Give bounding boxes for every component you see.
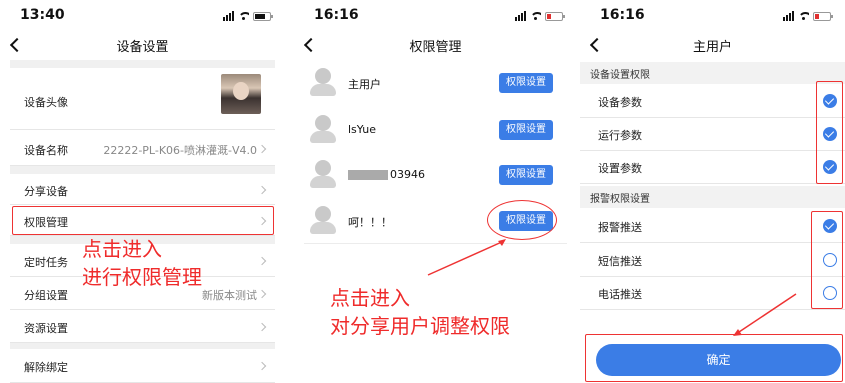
user-avatar-icon [310,160,336,190]
permission-label: 设备参数 [598,96,642,109]
wifi-icon [238,12,249,21]
group-value: 新版本测试 [202,289,257,302]
status-time: 16:16 [600,7,645,23]
battery-icon [253,12,273,21]
user-row: 主用户 权限设置 [304,64,567,102]
section-header-alarm: 报警权限设置 [580,186,845,208]
device-name-value: 22222-PL-K06-喷淋灌溉-V4.0 [103,144,257,157]
permission-management-screen: 16:16 权限管理 主用户 权限设置 lsYue 权限设置 03946 权限设… [294,0,577,383]
nav-bar: 权限管理 [294,32,577,58]
row-label: 分组设置 [24,289,68,302]
permission-row[interactable]: 运行参数 [580,118,845,151]
status-bar: 16:16 [580,0,845,30]
device-avatar-image[interactable] [221,74,261,114]
section-divider [10,166,275,174]
row-label: 设备头像 [24,96,68,109]
main-user-permission-screen: 16:16 主用户 设备设置权限 设备参数 运行参数 设置参数 报警权限设置 报… [580,0,845,383]
page-title: 主用户 [692,40,732,55]
user-avatar-icon [310,68,336,98]
row-label: 定时任务 [24,256,68,269]
row-resource-settings[interactable]: 资源设置 [10,310,275,343]
status-bar: 13:40 [0,0,285,30]
permission-settings-button[interactable]: 权限设置 [499,165,553,185]
section-title: 报警权限设置 [590,194,650,205]
highlight-box [811,211,843,309]
signal-icon [515,10,526,21]
nav-bar: 主用户 [580,32,845,58]
row-device-avatar[interactable]: 设备头像 [10,68,275,130]
device-settings-screen: 13:40 设备设置 设备头像 设备名称 22222-PL-K06-喷淋灌溉-V… [0,0,285,383]
nav-bar: 设备设置 [0,32,285,58]
status-time: 16:16 [314,7,359,23]
section-divider [10,60,275,68]
arrow-annotation [427,239,506,276]
confirm-button[interactable]: 确定 [596,344,841,376]
row-label: 设备名称 [24,144,68,157]
status-time: 13:40 [20,7,65,23]
permission-row[interactable]: 设备参数 [580,85,845,118]
user-row: lsYue 权限设置 [304,111,567,149]
row-label: 分享设备 [24,185,68,198]
permission-row[interactable]: 电话推送 [580,277,845,310]
section-header-device: 设备设置权限 [580,62,845,84]
highlight-box [816,81,843,184]
row-label: 资源设置 [24,322,68,335]
wifi-icon [798,12,809,21]
signal-icon [783,10,794,21]
permission-row[interactable]: 短信推送 [580,244,845,277]
redacted-text [348,170,388,180]
permission-label: 电话推送 [598,288,642,301]
permission-row[interactable]: 报警推送 [580,210,845,243]
annotation-text: 点击进入 [330,286,410,310]
row-label: 解除绑定 [24,361,68,374]
annotation-text: 进行权限管理 [82,265,202,289]
permission-label: 运行参数 [598,129,642,142]
permission-settings-button[interactable]: 权限设置 [499,73,553,93]
chevron-right-icon [257,322,267,332]
annotation-text: 点击进入 [82,237,162,261]
chevron-right-icon [257,185,267,195]
user-name: lsYue [348,123,376,136]
signal-icon [223,10,234,21]
row-device-name[interactable]: 设备名称 22222-PL-K06-喷淋灌溉-V4.0 [10,130,275,166]
battery-icon [545,12,565,21]
permission-label: 短信推送 [598,255,642,268]
user-name: 主用户 [348,78,381,91]
chevron-right-icon [257,256,267,266]
highlight-box [12,206,274,235]
user-name: 呵！！！ [348,216,392,229]
permission-label: 设置参数 [598,162,642,175]
user-avatar-icon [310,206,336,236]
section-title: 设备设置权限 [590,70,650,81]
row-share-device[interactable]: 分享设备 [10,174,275,205]
user-avatar-icon [310,115,336,145]
page-title: 设备设置 [116,40,169,55]
user-name: 03946 [348,168,425,181]
row-unbind[interactable]: 解除绑定 [10,349,275,383]
battery-icon [813,12,833,21]
chevron-right-icon [257,144,267,154]
permission-row[interactable]: 设置参数 [580,151,845,184]
permission-label: 报警推送 [598,221,642,234]
chevron-right-icon [257,289,267,299]
permission-settings-button[interactable]: 权限设置 [499,120,553,140]
chevron-right-icon [257,361,267,371]
wifi-icon [530,12,541,21]
highlight-ellipse [487,200,557,240]
user-row: 03946 权限设置 [304,156,567,194]
page-title: 权限管理 [409,40,462,55]
arrow-annotation [733,293,797,336]
annotation-text: 对分享用户调整权限 [330,314,510,338]
status-bar: 16:16 [294,0,577,30]
